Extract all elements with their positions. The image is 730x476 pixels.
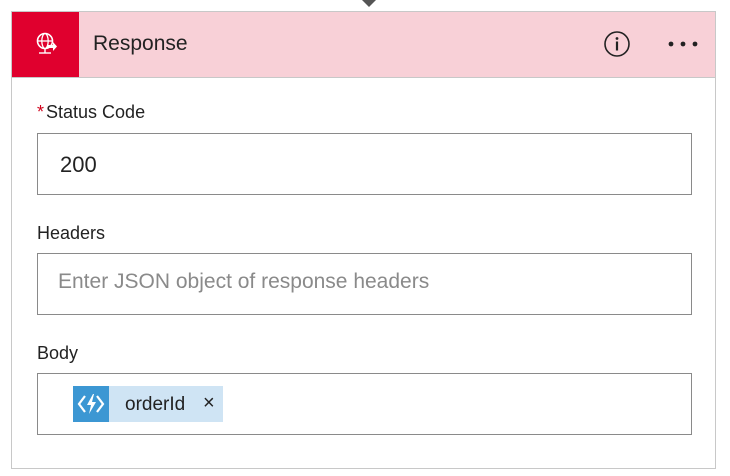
token-icon-tile	[73, 386, 109, 422]
action-title: Response	[93, 32, 188, 55]
status-code-label-text: Status Code	[46, 102, 146, 122]
more-options-button[interactable]	[663, 34, 703, 54]
more-options-icon	[668, 41, 698, 47]
token-label: orderId	[125, 394, 186, 415]
required-marker: *	[37, 102, 45, 122]
response-action-card: Response * Status Code 200 Headers Enter …	[11, 11, 716, 469]
action-header[interactable]: Response	[12, 12, 715, 78]
headers-placeholder: Enter JSON object of response headers	[58, 270, 430, 293]
flow-connector-arrow	[362, 0, 376, 7]
info-icon	[604, 31, 630, 57]
dynamic-content-token[interactable]: orderId ×	[73, 386, 223, 422]
globe-response-icon	[36, 32, 57, 54]
body-label: Body	[37, 343, 79, 363]
headers-label: Headers	[37, 223, 106, 243]
response-action-icon-tile	[12, 12, 79, 77]
body-field[interactable]: orderId ×	[37, 373, 692, 435]
status-code-value: 200	[60, 152, 97, 177]
status-code-field[interactable]: 200	[37, 133, 692, 195]
azure-function-icon	[77, 394, 105, 414]
status-code-label: * Status Code	[37, 102, 145, 123]
info-button[interactable]	[603, 30, 631, 58]
token-remove-button[interactable]: ×	[203, 393, 215, 413]
headers-field[interactable]: Enter JSON object of response headers	[37, 253, 692, 315]
